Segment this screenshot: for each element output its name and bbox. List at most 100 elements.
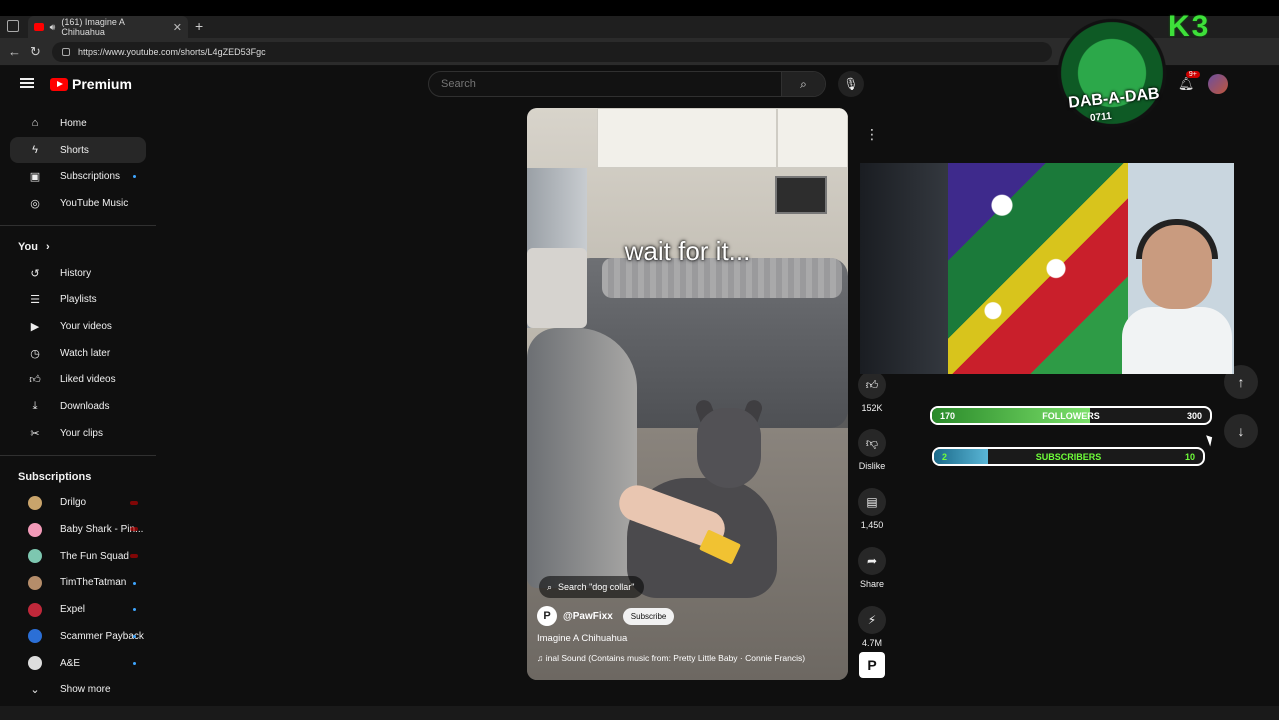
scene-cabinet — [777, 108, 848, 168]
sidebar-item-your-clips[interactable]: ✂ Your clips — [10, 420, 146, 447]
share-icon: ➦ — [858, 547, 886, 575]
sidebar-item-your-videos[interactable]: ▶ Your videos — [10, 313, 146, 340]
speaker-icon[interactable]: 🔊︎ — [50, 22, 56, 33]
short-video-player[interactable]: wait for it... ⌕ Search "dog collar" P @… — [527, 108, 848, 680]
like-action[interactable]: 👍︎ 152K — [856, 371, 888, 413]
arrow-up-icon: ↑ — [1237, 374, 1245, 390]
remix-action[interactable]: ⚡︎ 4.7M — [856, 606, 888, 648]
subscriptions-heading-text: Subscriptions — [18, 470, 92, 483]
new-content-dot — [133, 581, 136, 585]
like-count: 152K — [861, 403, 883, 413]
channel-logo[interactable]: P — [537, 606, 557, 626]
sidebar-subscriptions-heading: Subscriptions — [0, 464, 156, 490]
sidebar-channel-scammer-payback[interactable]: Scammer Payback — [10, 623, 146, 650]
sidebar-channel-expel[interactable]: Expel — [10, 596, 146, 623]
comments-action[interactable]: ▤ 1,450 — [856, 488, 888, 530]
search-icon: ⌕ — [547, 581, 553, 592]
more-options-icon[interactable]: ⋮ — [858, 120, 886, 148]
sidebar-item-playlists[interactable]: ☰ Playlists — [10, 286, 146, 313]
scissors-icon: ✂ — [30, 427, 40, 440]
sidebar-item-label: YouTube Music — [60, 197, 129, 209]
live-indicator — [130, 500, 138, 505]
url-text: https://www.youtube.com/shorts/L4gZED53F… — [78, 47, 266, 57]
live-indicator — [130, 527, 138, 532]
sidebar-item-liked-videos[interactable]: 👍︎ Liked videos — [10, 367, 146, 394]
sidebar-item-label: Show more — [60, 684, 111, 696]
sidebar-divider — [0, 454, 156, 456]
share-action[interactable]: ➦ Share — [856, 547, 888, 589]
back-icon[interactable]: ← — [8, 44, 21, 59]
video-caption-text: wait for it... — [624, 236, 751, 266]
channel-avatar — [28, 602, 42, 617]
sidebar-item-label: History — [60, 267, 92, 279]
bottom-strip — [0, 706, 1279, 720]
tab-title: (161) Imagine A Chihuahua — [61, 17, 125, 37]
new-content-dot — [133, 608, 136, 612]
subscribers-goal-values: 2 10 — [934, 452, 1203, 462]
sidebar-item-label: Shorts — [60, 144, 89, 156]
sidebar-item-label: A&E — [60, 657, 81, 669]
arrow-down-icon: ↓ — [1237, 423, 1245, 439]
sidebar-item-shorts[interactable]: ϟ Shorts — [10, 136, 146, 164]
scene-cabinet — [597, 108, 777, 168]
new-tab-icon[interactable]: + — [195, 18, 203, 34]
dislike-action[interactable]: 👎︎ Dislike — [856, 429, 888, 471]
notifications-bell-icon[interactable]: 🔔︎ 9+ — [1178, 71, 1200, 92]
next-short-button[interactable]: ↓ — [1224, 414, 1258, 448]
live-indicator — [130, 553, 138, 558]
sidebar-item-subscriptions[interactable]: ▣ Subscriptions — [10, 163, 146, 190]
scene-microwave — [775, 176, 827, 214]
channel-avatar — [28, 495, 42, 510]
channel-avatar — [28, 575, 42, 590]
window-menu-icon[interactable] — [7, 20, 19, 32]
site-info-icon[interactable] — [62, 48, 70, 56]
search-input[interactable] — [429, 78, 781, 90]
close-tab-icon[interactable]: ✕ — [173, 21, 182, 34]
url-field[interactable]: https://www.youtube.com/shorts/L4gZED53F… — [52, 42, 1052, 62]
new-content-dot — [133, 635, 136, 638]
short-title[interactable]: Imagine A Chihuahua — [537, 633, 627, 644]
new-content-dot — [133, 661, 136, 665]
sidebar-item-downloads[interactable]: ⤓ Downloads — [10, 393, 146, 420]
sidebar-item-history[interactable]: ↺ History — [10, 260, 146, 287]
youtube-logo-icon — [50, 77, 68, 91]
short-sound-link[interactable]: ♫ inal Sound (Contains music from: Prett… — [537, 653, 805, 663]
sidebar-item-youtube-music[interactable]: ◎ YouTube Music — [10, 190, 146, 217]
remix-icon: ⚡︎ — [858, 606, 886, 634]
sound-thumbnail[interactable]: P — [859, 652, 885, 678]
you-heading-text: You — [18, 240, 38, 253]
thumbs-up-icon: 👍︎ — [858, 371, 886, 399]
reload-icon[interactable]: ↻ — [30, 44, 41, 60]
channel-avatar — [28, 549, 42, 564]
sidebar-show-more[interactable]: ⌄ Show more — [10, 676, 146, 703]
browser-tab[interactable]: 🔊︎ (161) Imagine A Chihuahua ✕ — [28, 16, 188, 38]
followers-current: 170 — [940, 410, 956, 421]
sidebar-item-watch-later[interactable]: ◷ Watch later — [10, 340, 146, 367]
search-icon[interactable]: ⌕ — [781, 72, 825, 96]
subscribe-button[interactable]: Subscribe — [622, 607, 675, 625]
subscribers-current: 2 — [942, 451, 948, 462]
comment-icon: ▤ — [858, 488, 886, 516]
sidebar-channel-the-fun-squad[interactable]: The Fun Squad — [10, 543, 146, 570]
account-avatar[interactable] — [1208, 74, 1229, 94]
music-icon: ◎ — [30, 197, 40, 210]
webcam-shirt — [1122, 307, 1232, 374]
channel-avatar — [28, 629, 42, 644]
sidebar-item-label: Liked videos — [60, 374, 116, 386]
sidebar-channel-timthetatman[interactable]: TimTheTatman — [10, 570, 146, 597]
sidebar: ⌂ Home ϟ Shorts ▣ Subscriptions ◎ YouTube Mu… — [0, 110, 156, 703]
clock-icon: ◷ — [30, 347, 40, 360]
your-videos-icon: ▶ — [30, 320, 40, 333]
sidebar-channel-a-and-e[interactable]: A&E — [10, 650, 146, 677]
headphones-icon — [1136, 219, 1218, 259]
sidebar-channel-baby-shark[interactable]: Baby Shark - Pin... — [10, 516, 146, 543]
sidebar-item-label: Your videos — [60, 320, 112, 332]
youtube-premium-logo[interactable]: Premium — [50, 76, 132, 92]
hamburger-menu-icon[interactable] — [20, 78, 34, 88]
microphone-icon[interactable]: 🎙︎ — [838, 71, 864, 97]
sidebar-channel-drilgo[interactable]: Drilgo — [10, 490, 146, 517]
sidebar-you-heading[interactable]: You › — [0, 234, 156, 260]
channel-handle[interactable]: @PawFixx — [563, 611, 613, 622]
sidebar-item-home[interactable]: ⌂ Home — [10, 110, 146, 137]
search-suggestion-chip[interactable]: ⌕ Search "dog collar" — [539, 576, 645, 598]
